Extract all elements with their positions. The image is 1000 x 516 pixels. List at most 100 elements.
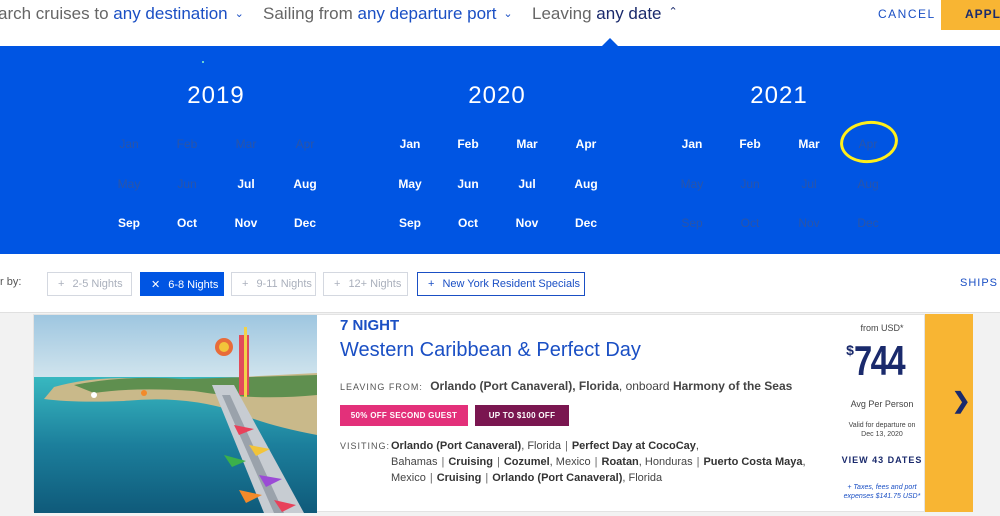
month-jul-2019[interactable]: Jul xyxy=(217,177,275,191)
month-jun-2020[interactable]: Jun xyxy=(439,177,497,191)
month-jun-2019: Jun xyxy=(177,177,197,191)
visiting-ports: VISITING: Orlando (Port Canaveral), Flor… xyxy=(340,438,820,486)
port-name: Cozumel xyxy=(503,456,550,468)
month-dec-2019[interactable]: Dec xyxy=(276,216,334,230)
apply-button[interactable]: APPLY xyxy=(941,0,1000,30)
ports-list: Orlando (Port Canaveral), Florida | Perfec… xyxy=(391,438,820,486)
port-region: Bahamas xyxy=(391,456,438,468)
month-nov-2021: Nov xyxy=(798,216,820,230)
cruise-photo xyxy=(34,315,317,513)
separator: | xyxy=(696,456,700,468)
month-sep-2020[interactable]: Sep xyxy=(381,216,439,230)
year-heading: 2020 xyxy=(468,82,526,109)
promo-badge: UP TO $100 OFF xyxy=(475,405,569,426)
month-jan-2019: Jan xyxy=(119,137,139,151)
port-stop: Orlando (Port Canaveral), Florida xyxy=(492,472,663,484)
avg-per-person-label: Avg Per Person xyxy=(850,399,914,409)
search-criteria-bar: arch cruises to any destination ⌄ Sailing… xyxy=(0,0,1000,47)
ships-filter-link[interactable]: SHIPS xyxy=(960,277,998,289)
departure-port-selector[interactable]: Sailing from any departure port ⌄ xyxy=(263,4,513,24)
leaving-from-label: LEAVING FROM: xyxy=(340,382,423,392)
month-feb-2020[interactable]: Feb xyxy=(439,137,497,151)
month-oct-2020[interactable]: Oct xyxy=(439,216,497,230)
month-jul-2021: Jul xyxy=(801,177,817,191)
month-jul-2020[interactable]: Jul xyxy=(498,177,556,191)
filter-chip-label: 12+ Nights xyxy=(348,278,402,290)
month-dec-2020[interactable]: Dec xyxy=(557,216,615,230)
month-mar-2020[interactable]: Mar xyxy=(498,137,556,151)
month-aug-2019[interactable]: Aug xyxy=(276,177,334,191)
port-name: Roatan xyxy=(601,456,639,468)
port-stop: Cruising xyxy=(437,472,482,484)
filter-chip-label: New York Resident Specials xyxy=(442,278,581,290)
chevron-right-icon[interactable]: ❯ xyxy=(952,388,970,414)
taxes-note: + Taxes, fees and port expenses $141.75 … xyxy=(839,483,925,501)
destination-value: any destination xyxy=(113,4,228,23)
price-column: from USD* $744 Avg Per Person Valid for … xyxy=(839,315,925,513)
month-jan-2020[interactable]: Jan xyxy=(381,137,439,151)
port-region: Mexico xyxy=(555,456,591,468)
month-jun-2021: Jun xyxy=(740,177,760,191)
view-dates-link[interactable]: VIEW 43 DATES xyxy=(839,455,925,465)
valid-departure-text: Valid for departure on Dec 13, 2020 xyxy=(839,421,925,439)
date-value: any date xyxy=(596,4,662,23)
month-may-2019: May xyxy=(117,177,141,191)
month-apr-2020[interactable]: Apr xyxy=(557,137,615,151)
month-feb-2021[interactable]: Feb xyxy=(721,137,779,151)
month-jan-2021[interactable]: Jan xyxy=(663,137,721,151)
month-aug-2020[interactable]: Aug xyxy=(557,177,615,191)
cancel-button[interactable]: CANCEL xyxy=(878,7,936,21)
month-oct-2021: Oct xyxy=(740,216,760,230)
cruise-nights: 7 NIGHT xyxy=(340,317,400,334)
valid-line-1: Valid for departure on xyxy=(848,422,916,429)
month-nov-2019[interactable]: Nov xyxy=(217,216,275,230)
ship-name: Harmony of the Seas xyxy=(672,379,793,393)
plus-icon: + xyxy=(428,278,435,290)
chevron-down-icon: ⌄ xyxy=(503,8,513,20)
separator: | xyxy=(429,472,433,484)
port-value: any departure port xyxy=(357,4,497,23)
destination-prefix: arch cruises to xyxy=(0,4,109,23)
month-mar-2019: Mar xyxy=(235,137,257,151)
chevron-down-icon: ⌄ xyxy=(234,8,244,20)
separator: | xyxy=(594,456,598,468)
month-apr-2021: Apr xyxy=(858,137,878,151)
month-may-2021: May xyxy=(680,177,704,191)
date-picker-panel: 2019 Jan Feb Mar Apr May Jun Jul Aug Sep Oct Nov Dec… xyxy=(0,46,1000,254)
separator: | xyxy=(485,472,489,484)
month-dec-2021: Dec xyxy=(857,216,879,230)
port-name: Perfect Day at CocoCay xyxy=(571,440,696,452)
month-nov-2020[interactable]: Nov xyxy=(498,216,556,230)
decorative-dot xyxy=(202,61,204,63)
year-heading: 2021 xyxy=(750,82,808,109)
date-selector[interactable]: Leaving any date ⌃ xyxy=(532,4,678,24)
filter-chip: +12+ Nights xyxy=(323,272,408,296)
month-apr-2019: Apr xyxy=(295,137,315,151)
month-oct-2019[interactable]: Oct xyxy=(158,216,216,230)
filter-chip: +2-5 Nights xyxy=(47,272,132,296)
month-feb-2019: Feb xyxy=(176,137,198,151)
port-stop: Orlando (Port Canaveral), Florida xyxy=(391,440,561,452)
departure-port: Orlando (Port Canaveral), Florida xyxy=(430,379,619,393)
onboard-text: onboard xyxy=(625,379,670,393)
destination-selector[interactable]: arch cruises to any destination ⌄ xyxy=(0,4,244,24)
valid-line-2: Dec 13, 2020 xyxy=(861,431,903,438)
filter-chip[interactable]: + New York Resident Specials xyxy=(417,272,585,296)
filter-chip[interactable]: ✕ 6-8 Nights xyxy=(140,272,224,296)
port-name: Cruising xyxy=(448,456,493,468)
port-region: Honduras xyxy=(644,456,693,468)
plus-icon: + xyxy=(334,278,341,290)
port-name: Cruising xyxy=(436,472,482,484)
taxes-line-1: + Taxes, fees and port xyxy=(847,484,917,491)
price: $744 xyxy=(839,337,925,385)
month-may-2020[interactable]: May xyxy=(381,177,439,191)
cruise-title[interactable]: Western Caribbean & Perfect Day xyxy=(340,339,641,362)
filter-bar: r by: SHIPS +2-5 Nights ✕ 6-8 Nights +9-11 … xyxy=(0,254,1000,313)
port-stop: Roatan, Honduras xyxy=(601,456,693,468)
close-icon: ✕ xyxy=(151,279,161,291)
filter-chip: +9-11 Nights xyxy=(231,272,316,296)
price-amount: 744 xyxy=(853,337,906,384)
month-sep-2019[interactable]: Sep xyxy=(100,216,158,230)
month-mar-2021[interactable]: Mar xyxy=(780,137,838,151)
port-prefix: Sailing from xyxy=(263,4,353,23)
